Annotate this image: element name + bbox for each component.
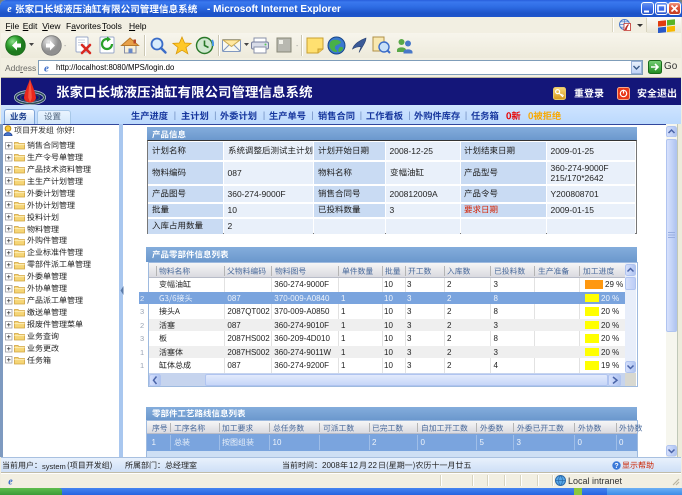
svg-text:e: e (7, 4, 12, 14)
svg-text:e: e (44, 63, 49, 74)
svg-text:?: ? (614, 463, 618, 470)
svg-text:e: e (8, 477, 13, 487)
